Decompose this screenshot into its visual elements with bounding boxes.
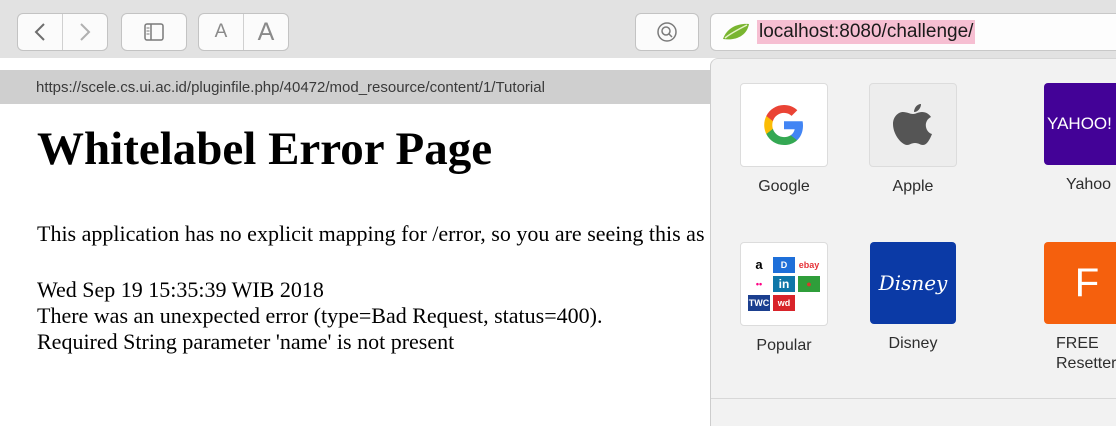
status-url-bar: https://scele.cs.ui.ac.id/pluginfile.php… [0,70,710,104]
search-icon [657,22,677,42]
popular-tile: •• [748,276,770,292]
favorite-label: Disney [888,335,938,352]
increase-text-size-button[interactable]: A [243,14,288,50]
address-bar[interactable]: localhost:8080/challenge/ [710,13,1116,51]
favorite-free-resetter[interactable]: F FREE Resetter... [1018,242,1116,374]
favorites-divider [711,398,1116,399]
sidebar-button[interactable] [121,13,187,51]
hover-url: https://scele.cs.ui.ac.id/pluginfile.php… [36,78,545,96]
chevron-left-icon [34,23,45,41]
google-icon [740,83,828,167]
favorite-popular[interactable]: a D ebay •• in ● TWC wd Popular [729,242,839,356]
favorite-label: FREE Resetter... [1056,335,1116,372]
favorite-disney[interactable]: Disney Disney [858,242,968,354]
favorite-label: Yahoo [1066,176,1112,193]
disney-icon: Disney [870,242,956,324]
favorite-yahoo[interactable]: YAHOO! Yahoo [1018,83,1116,195]
decrease-text-size-button[interactable]: A [199,14,243,50]
page-content: Whitelabel Error Page This application h… [0,104,710,425]
text-size-buttons: A A [198,13,289,51]
popular-tile: a [748,257,770,273]
popular-tile: ● [798,276,820,292]
error-message: This application has no explicit mapping… [37,221,710,246]
forward-button[interactable] [62,14,107,50]
search-button[interactable] [635,13,699,51]
back-forward-buttons [17,13,108,51]
error-type: There was an unexpected error (type=Bad … [37,303,603,328]
favorite-label: Popular [756,337,812,354]
popular-sites-icon: a D ebay •• in ● TWC wd [740,242,828,326]
browser-toolbar: A A localhost:8080/challenge/ [0,0,1116,58]
page-title: Whitelabel Error Page [37,123,493,175]
favorites-popover: Google Apple YAHOO! Yahoo a D ebay •• in… [710,58,1116,426]
error-timestamp: Wed Sep 19 15:35:39 WIB 2018 [37,277,324,302]
free-resetter-icon: F [1044,242,1116,324]
favorite-apple[interactable]: Apple [858,83,968,197]
back-button[interactable] [18,14,62,50]
error-detail: Required String parameter 'name' is not … [37,329,455,354]
popular-tile: D [773,257,795,273]
favorite-label: Apple [892,178,934,195]
popular-tile: wd [773,295,795,311]
favorite-google[interactable]: Google [729,83,839,197]
apple-icon [869,83,957,167]
spring-leaf-icon [723,23,749,40]
popular-tile: ebay [798,257,820,273]
popular-tile: in [773,276,795,292]
sidebar-icon [144,23,164,41]
address-url[interactable]: localhost:8080/challenge/ [757,20,976,44]
popular-tile: TWC [748,295,770,311]
popular-tile [798,295,820,311]
favorite-label: Google [758,178,810,195]
chevron-right-icon [80,23,91,41]
yahoo-icon: YAHOO! [1044,83,1116,165]
